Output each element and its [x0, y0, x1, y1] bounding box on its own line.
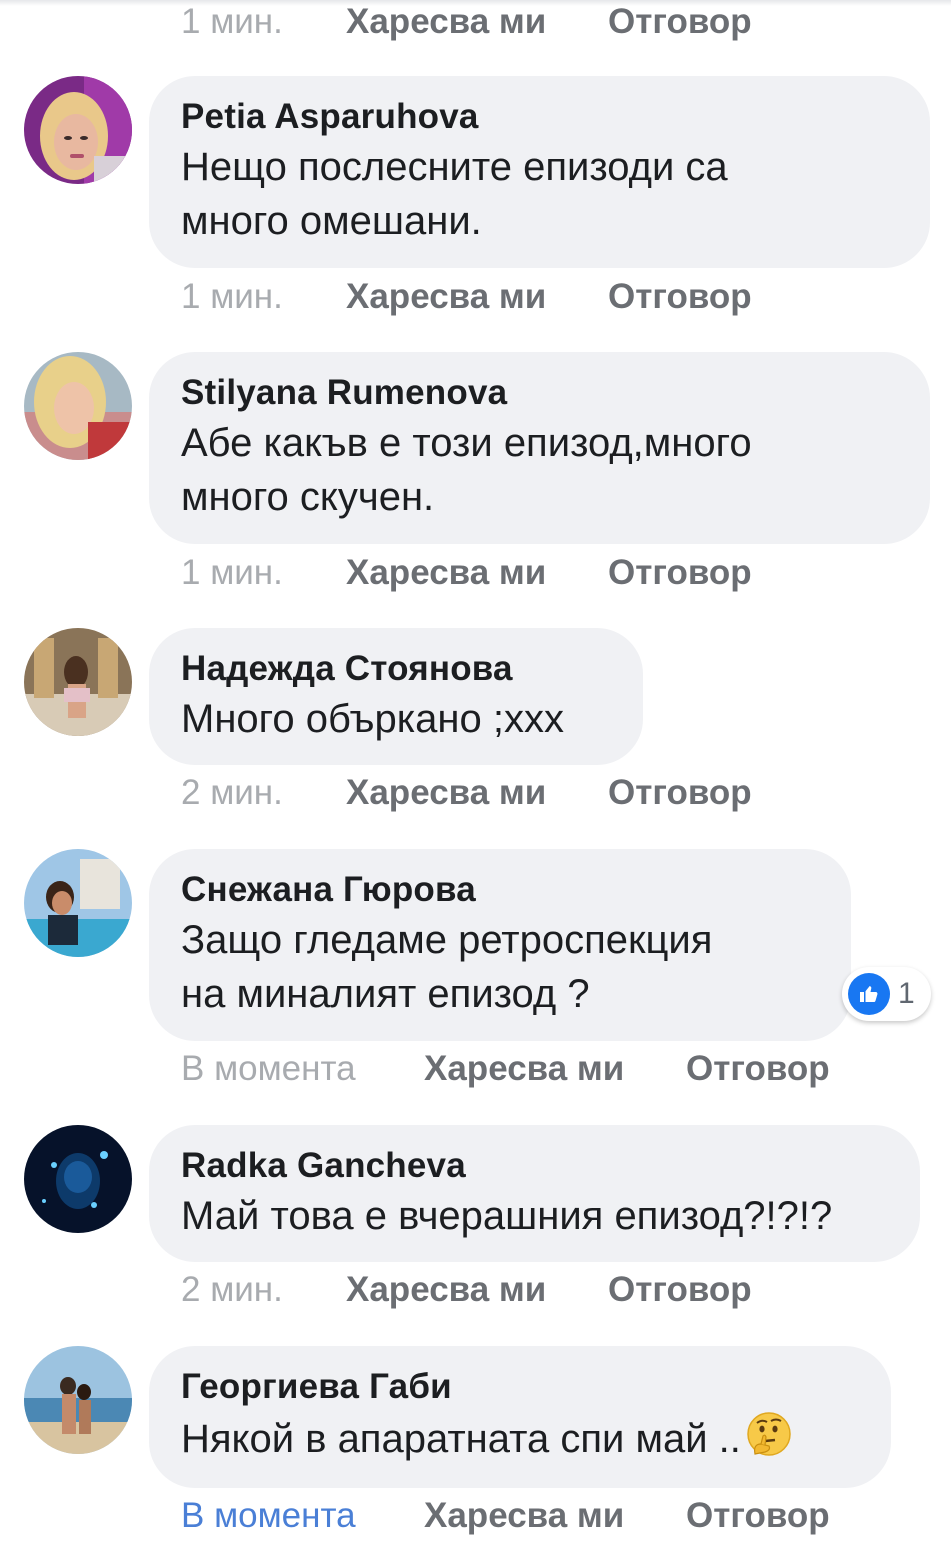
reply-button[interactable]: Отговор [608, 277, 752, 317]
comment-time[interactable]: 1 мин. [181, 277, 346, 317]
comment-time[interactable]: 2 мин. [181, 1270, 346, 1310]
comment-time[interactable]: 1 мин. [181, 2, 346, 42]
comment-meta: В момента Харесва ми Отговор [181, 1047, 830, 1091]
avatar[interactable] [24, 352, 132, 460]
comment-author[interactable]: Stilyana Rumenova [181, 370, 898, 416]
comment-author[interactable]: Radka Gancheva [181, 1143, 888, 1189]
comment-text: Някой в апаратната спи май .. [181, 1410, 859, 1472]
comment-bubble[interactable]: Георгиева Габи Някой в апаратната спи ма… [149, 1346, 891, 1488]
reply-button[interactable]: Отговор [608, 1270, 752, 1310]
like-button[interactable]: Харесва ми [346, 553, 608, 593]
avatar[interactable] [24, 76, 132, 184]
like-button[interactable]: Харесва ми [346, 773, 608, 813]
comments-feed: 1 мин. Харесва ми Отговор Petia Asparuho… [0, 0, 951, 1553]
reply-button[interactable]: Отговор [608, 553, 752, 593]
comment-meta: 2 мин. Харесва ми Отговор [181, 1268, 752, 1312]
comment-text-content: Някой в апаратната спи май .. [181, 1417, 741, 1461]
comment-meta: 2 мин. Харесва ми Отговор [181, 771, 752, 815]
like-button[interactable]: Харесва ми [346, 2, 608, 42]
comment-meta: 1 мин. Харесва ми Отговор [181, 551, 752, 595]
avatar[interactable] [24, 849, 132, 957]
thumbs-up-icon [848, 973, 890, 1015]
reply-button[interactable]: Отговор [608, 773, 752, 813]
avatar[interactable] [24, 1346, 132, 1454]
reply-button[interactable]: Отговор [608, 2, 752, 42]
comment-bubble[interactable]: Stilyana Rumenova Абе какъв е този епизо… [149, 352, 930, 544]
comment-meta: 1 мин. Харесва ми Отговор [181, 275, 752, 319]
comment-author[interactable]: Надежда Стоянова [181, 646, 611, 692]
reply-button[interactable]: Отговор [686, 1496, 830, 1536]
comment-author[interactable]: Снежана Гюрова [181, 867, 819, 913]
comment-text: Абе какъв е този епизод,много много скуч… [181, 421, 752, 519]
comment-time[interactable]: В момента [181, 1496, 424, 1536]
comment-time[interactable]: 1 мин. [181, 553, 346, 593]
like-button[interactable]: Харесва ми [346, 1270, 608, 1310]
reaction-count: 1 [898, 977, 915, 1010]
comment-meta: В момента Харесва ми Отговор [181, 1494, 830, 1538]
comment-text: Защо гледаме ретроспекция на миналият еп… [181, 918, 713, 1016]
comment-bubble[interactable]: Petia Asparuhova Нещо послесните епизоди… [149, 76, 930, 268]
comment-meta-previous: 1 мин. Харесва ми Отговор [181, 0, 752, 44]
avatar[interactable] [24, 1125, 132, 1233]
like-button[interactable]: Харесва ми [346, 277, 608, 317]
comment-text: Нещо послесните епизоди са много омешани… [181, 145, 728, 243]
comment-time[interactable]: В момента [181, 1049, 424, 1089]
like-button[interactable]: Харесва ми [424, 1049, 686, 1089]
comment-time[interactable]: 2 мин. [181, 773, 346, 813]
comment-author[interactable]: Георгиева Габи [181, 1364, 859, 1410]
comment-author[interactable]: Petia Asparuhova [181, 94, 898, 140]
comment-bubble[interactable]: Снежана Гюрова Защо гледаме ретроспекция… [149, 849, 851, 1041]
comment-bubble[interactable]: Radka Gancheva Май това е вчерашния епиз… [149, 1125, 920, 1262]
like-button[interactable]: Харесва ми [424, 1496, 686, 1536]
comment-text: Май това е вчерашния епизод?!?!? [181, 1194, 833, 1238]
comment-bubble[interactable]: Надежда Стоянова Много объркано ;ххх [149, 628, 643, 765]
reply-button[interactable]: Отговор [686, 1049, 830, 1089]
thinking-face-icon [745, 1410, 793, 1472]
reaction-badge[interactable]: 1 [842, 967, 931, 1021]
avatar[interactable] [24, 628, 132, 736]
comment-text: Много объркано ;ххх [181, 697, 564, 741]
